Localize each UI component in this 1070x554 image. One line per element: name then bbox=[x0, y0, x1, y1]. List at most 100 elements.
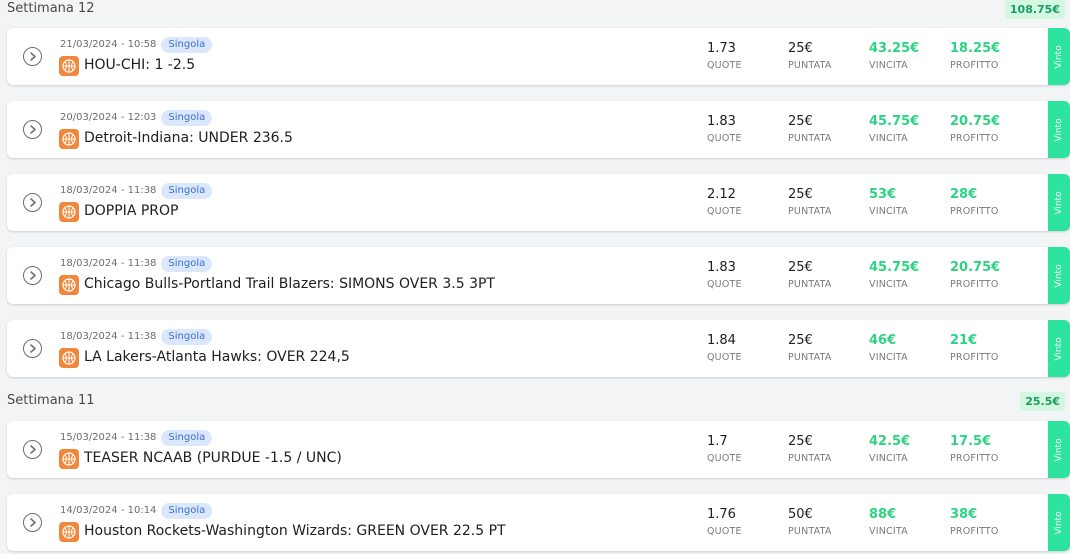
bet-title: HOU-CHI: 1 -2.5 bbox=[84, 57, 196, 73]
bet-date: 18/03/2024 - 11:38 bbox=[60, 258, 157, 269]
week-title: Settimana 11 bbox=[7, 393, 95, 408]
bet-type-badge: Singola bbox=[161, 429, 213, 446]
basketball-icon bbox=[59, 449, 79, 469]
stat-win: 45.75€ VINCITA bbox=[869, 259, 919, 292]
stat-quote: 1.83 QUOTE bbox=[707, 113, 742, 146]
stat-profit-value: 20.75€ bbox=[950, 260, 1001, 275]
stat-quote-value: 1.83 bbox=[707, 114, 736, 129]
stat-win: 42.5€ VINCITA bbox=[869, 433, 910, 466]
bet-type-badge: Singola bbox=[161, 255, 213, 272]
stat-stake-value: 25€ bbox=[788, 187, 813, 202]
bet-card[interactable]: 18/03/2024 - 11:38 Singola Chicago Bulls-P… bbox=[7, 247, 1070, 304]
stat-win-value: 45.75€ bbox=[869, 114, 920, 129]
bet-type-badge: Singola bbox=[161, 328, 213, 345]
stat-stake-value: 25€ bbox=[788, 333, 813, 348]
stat-stake-value: 25€ bbox=[788, 434, 813, 449]
chevron-right-circle-icon[interactable] bbox=[23, 120, 42, 139]
stat-profit-label: PROFITTO bbox=[950, 453, 999, 464]
bet-title: Houston Rockets-Washington Wizards: GREE… bbox=[84, 523, 506, 539]
stat-quote-label: QUOTE bbox=[707, 526, 742, 537]
stat-win-value: 42.5€ bbox=[869, 434, 911, 449]
status-tab: Vinto bbox=[1048, 247, 1070, 304]
bet-date: 18/03/2024 - 11:38 bbox=[60, 331, 157, 342]
stat-quote: 2.12 QUOTE bbox=[707, 186, 742, 219]
stat-win: 53€ VINCITA bbox=[869, 186, 908, 219]
stat-profit-label: PROFITTO bbox=[950, 133, 999, 144]
stat-quote-value: 1.84 bbox=[707, 333, 736, 348]
stat-win: 46€ VINCITA bbox=[869, 332, 908, 365]
bet-date: 18/03/2024 - 11:38 bbox=[60, 185, 157, 196]
stat-quote-label: QUOTE bbox=[707, 279, 742, 290]
stat-profit-value: 28€ bbox=[950, 187, 978, 202]
stat-quote: 1.76 QUOTE bbox=[707, 506, 742, 539]
stat-win-label: VINCITA bbox=[869, 206, 908, 217]
bet-meta: 14/03/2024 - 10:14 Singola bbox=[60, 502, 213, 519]
stat-win-label: VINCITA bbox=[869, 133, 908, 144]
status-label: Vinto bbox=[1054, 263, 1064, 288]
stat-win-label: VINCITA bbox=[869, 279, 908, 290]
bet-meta: 18/03/2024 - 11:38 Singola bbox=[60, 328, 213, 345]
stat-profit-label: PROFITTO bbox=[950, 526, 999, 537]
basketball-icon bbox=[59, 522, 79, 542]
status-tab: Vinto bbox=[1048, 320, 1070, 377]
bet-card[interactable]: 18/03/2024 - 11:38 Singola DOPPIA PROP 2.12… bbox=[7, 174, 1070, 231]
stat-win: 45.75€ VINCITA bbox=[869, 113, 919, 146]
bet-card[interactable]: 15/03/2024 - 11:38 Singola TEASER NCAAB (P… bbox=[7, 421, 1070, 478]
bet-meta: 18/03/2024 - 11:38 Singola bbox=[60, 255, 213, 272]
basketball-icon bbox=[59, 348, 79, 368]
chevron-right-circle-icon[interactable] bbox=[23, 193, 42, 212]
stat-profit-value: 38€ bbox=[950, 507, 978, 522]
week-header: Settimana 11 25.5€ bbox=[0, 392, 1070, 412]
bet-type-badge: Singola bbox=[161, 36, 213, 53]
stat-profit-label: PROFITTO bbox=[950, 206, 999, 217]
stat-win-label: VINCITA bbox=[869, 60, 908, 71]
stat-quote: 1.83 QUOTE bbox=[707, 259, 742, 292]
stat-profit-label: PROFITTO bbox=[950, 352, 999, 363]
chevron-right-circle-icon[interactable] bbox=[23, 47, 42, 66]
status-tab: Vinto bbox=[1048, 174, 1070, 231]
stat-quote-label: QUOTE bbox=[707, 453, 742, 464]
chevron-right-circle-icon[interactable] bbox=[23, 440, 42, 459]
stat-stake-label: PUNTATA bbox=[788, 279, 832, 290]
stat-stake: 25€ PUNTATA bbox=[788, 113, 832, 146]
stat-quote-value: 2.12 bbox=[707, 187, 736, 202]
chevron-right-circle-icon[interactable] bbox=[23, 339, 42, 358]
stat-stake-label: PUNTATA bbox=[788, 526, 832, 537]
stat-win-value: 53€ bbox=[869, 187, 897, 202]
stat-profit: 18.25€ PROFITTO bbox=[950, 40, 1000, 73]
stat-stake-value: 25€ bbox=[788, 114, 813, 129]
status-label: Vinto bbox=[1054, 336, 1064, 361]
stat-win: 43.25€ VINCITA bbox=[869, 40, 919, 73]
stat-win-label: VINCITA bbox=[869, 526, 908, 537]
stat-win: 88€ VINCITA bbox=[869, 506, 908, 539]
stat-quote-label: QUOTE bbox=[707, 206, 742, 217]
status-label: Vinto bbox=[1054, 510, 1064, 535]
chevron-right-circle-icon[interactable] bbox=[23, 266, 42, 285]
stat-stake: 50€ PUNTATA bbox=[788, 506, 832, 539]
stat-stake-label: PUNTATA bbox=[788, 352, 832, 363]
stat-stake: 25€ PUNTATA bbox=[788, 186, 832, 219]
bet-card[interactable]: 18/03/2024 - 11:38 Singola LA Lakers-Atlan… bbox=[7, 320, 1070, 377]
stat-stake: 25€ PUNTATA bbox=[788, 433, 832, 466]
bet-type-badge: Singola bbox=[161, 109, 213, 126]
stat-quote-label: QUOTE bbox=[707, 133, 742, 144]
bet-card[interactable]: 20/03/2024 - 12:03 Singola Detroit-Indiana… bbox=[7, 101, 1070, 158]
stat-quote-value: 1.73 bbox=[707, 41, 736, 56]
status-tab: Vinto bbox=[1048, 494, 1070, 551]
status-label: Vinto bbox=[1054, 190, 1064, 215]
stat-stake-value: 50€ bbox=[788, 507, 813, 522]
basketball-icon bbox=[59, 56, 79, 76]
stat-profit: 17.5€ PROFITTO bbox=[950, 433, 999, 466]
bet-card[interactable]: 21/03/2024 - 10:58 Singola HOU-CHI: 1 -2.5… bbox=[7, 28, 1070, 85]
basketball-icon bbox=[59, 275, 79, 295]
week-title: Settimana 12 bbox=[7, 1, 95, 16]
stat-stake: 25€ PUNTATA bbox=[788, 332, 832, 365]
basketball-icon bbox=[59, 202, 79, 222]
chevron-right-circle-icon[interactable] bbox=[23, 513, 42, 532]
stat-quote-label: QUOTE bbox=[707, 60, 742, 71]
stat-profit: 38€ PROFITTO bbox=[950, 506, 999, 539]
bet-title: Chicago Bulls-Portland Trail Blazers: SI… bbox=[84, 276, 495, 292]
bet-card[interactable]: 14/03/2024 - 10:14 Singola Houston Rockets… bbox=[7, 494, 1070, 551]
bets-history-list: Settimana 12 108.75€ 21/03/2024 - 10:58 Sin… bbox=[0, 0, 1070, 554]
bet-meta: 15/03/2024 - 11:38 Singola bbox=[60, 429, 213, 446]
